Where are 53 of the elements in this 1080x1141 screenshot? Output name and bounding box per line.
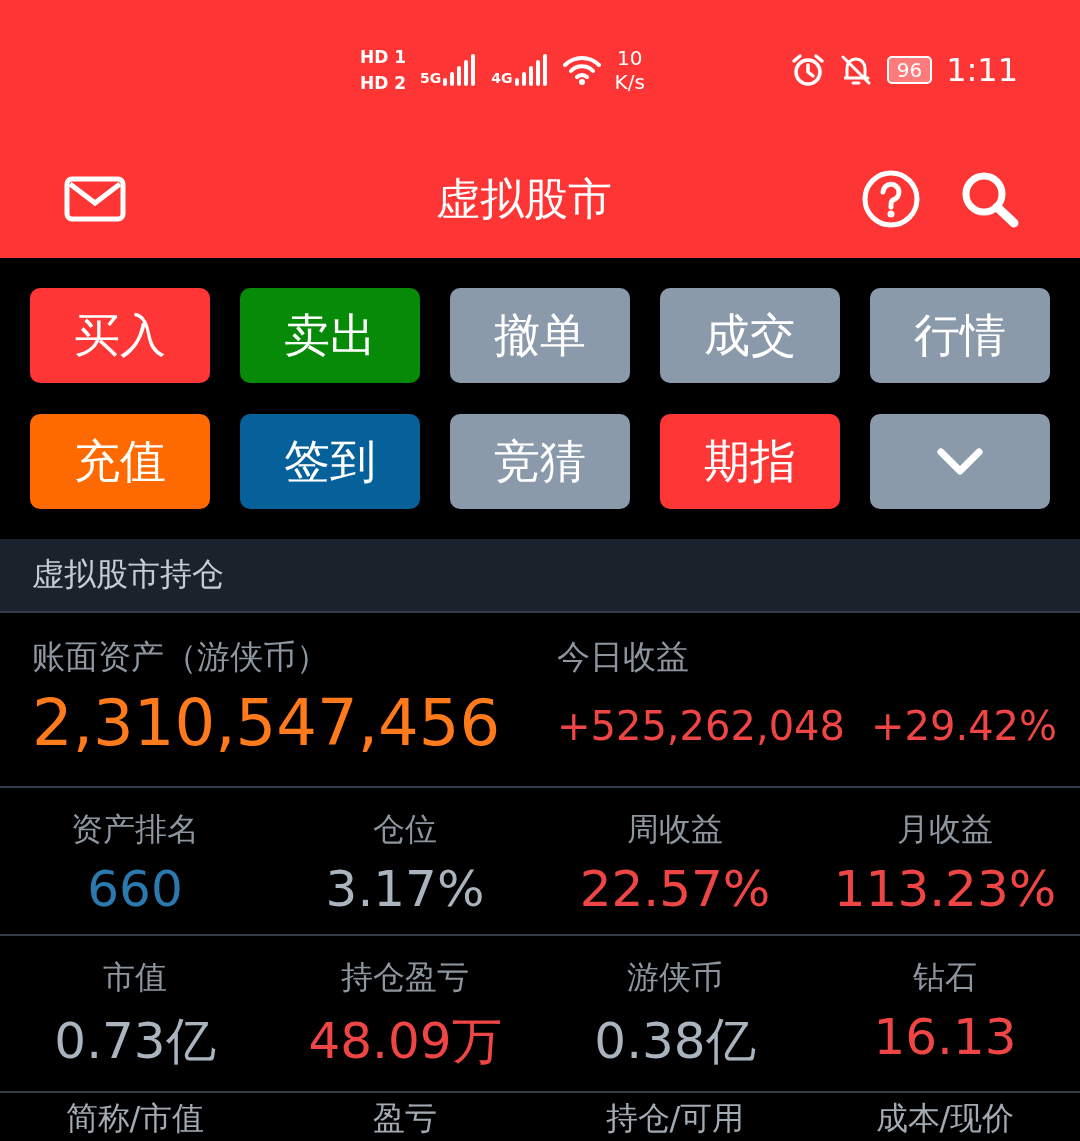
stat-value: 48.09万: [308, 1011, 502, 1072]
action-button[interactable]: 期指: [660, 414, 840, 509]
battery-level: 96: [886, 56, 933, 84]
column-header: 成本/现价: [874, 1098, 1016, 1139]
chevron-down-icon: [936, 446, 984, 477]
stat-value: 16.13: [873, 1008, 1017, 1066]
network-type: 5G: [420, 70, 442, 86]
signal-icon: [514, 54, 549, 86]
stat-label: 月收益: [897, 809, 993, 850]
app-title: 虚拟股市: [435, 171, 613, 226]
sim-indicator: HD 2: [360, 73, 407, 93]
stat-value: 22.57%: [579, 860, 771, 918]
alarm-icon: [790, 53, 825, 87]
action-button[interactable]: 卖出: [240, 288, 420, 383]
column-header: 简称/市值: [64, 1098, 206, 1139]
stat-value: 113.23%: [833, 860, 1057, 918]
sim-indicator: HD 1: [360, 47, 407, 67]
today-profit: +525,262,048: [557, 703, 845, 749]
search-icon[interactable]: [960, 170, 1020, 228]
action-button[interactable]: 成交: [660, 288, 840, 383]
stat-value: 660: [87, 860, 183, 918]
action-button[interactable]: 买入: [30, 288, 210, 383]
column-header: 持仓/可用: [604, 1098, 746, 1139]
column-header: 盈亏: [372, 1098, 438, 1139]
network-type: 4G: [491, 70, 513, 86]
mail-icon[interactable]: [64, 176, 126, 222]
today-percent: +29.42%: [871, 703, 1058, 749]
stat-value: 3.17%: [325, 860, 485, 918]
action-button[interactable]: 竞猜: [450, 414, 630, 509]
expand-button[interactable]: [870, 414, 1050, 509]
section-title: 虚拟股市持仓: [32, 554, 224, 595]
stat-label: 持仓盈亏: [341, 957, 469, 998]
action-button[interactable]: 行情: [870, 288, 1050, 383]
clock-time: 1:11: [946, 51, 1018, 89]
stat-label: 市值: [103, 957, 167, 998]
action-button[interactable]: 签到: [240, 414, 420, 509]
asset-value: 2,310,547,456: [32, 686, 502, 760]
action-button[interactable]: 充值: [30, 414, 210, 509]
action-button[interactable]: 撤单: [450, 288, 630, 383]
speed-unit: K/s: [614, 70, 645, 94]
signal-icon: [443, 54, 478, 86]
network-speed: 10: [617, 46, 643, 70]
stat-value: 0.73亿: [54, 1011, 216, 1072]
stat-value: 0.38亿: [594, 1011, 756, 1072]
stat-label: 资产排名: [71, 809, 199, 850]
help-icon[interactable]: [862, 170, 920, 228]
today-label: 今日收益: [557, 636, 690, 678]
stat-label: 仓位: [373, 809, 437, 850]
wifi-icon: [562, 55, 601, 85]
stat-label: 游侠币: [627, 957, 723, 998]
stat-label: 钻石: [913, 957, 977, 998]
asset-label: 账面资产（游侠币）: [32, 636, 330, 678]
stat-label: 周收益: [627, 809, 723, 850]
